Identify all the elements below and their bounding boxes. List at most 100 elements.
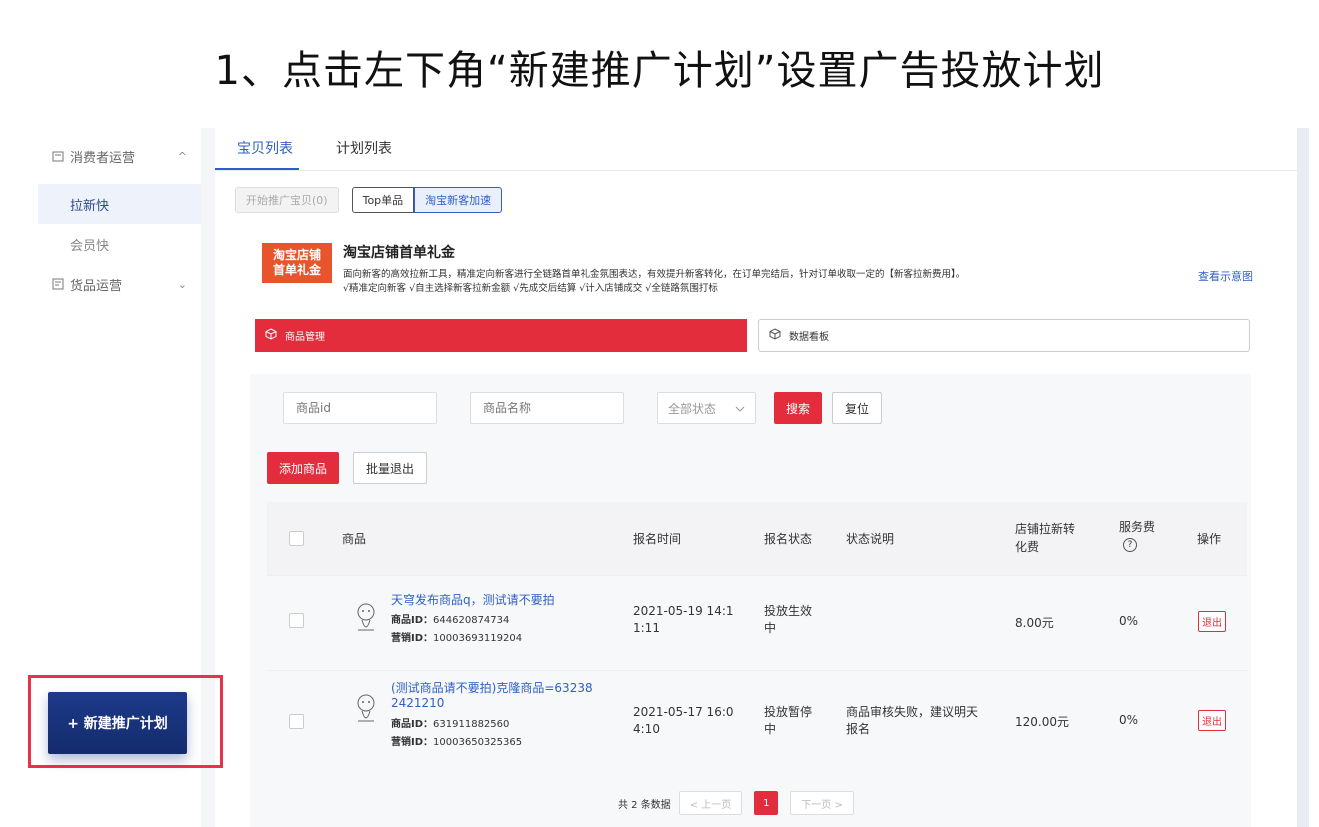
top-item-toggle[interactable]: Top单品 — [351, 187, 415, 213]
service-value: 0% — [1119, 713, 1139, 727]
status-line2: 中 — [764, 621, 777, 635]
status-select[interactable]: 全部状态 — [657, 392, 756, 424]
product-name-line1: (测试商品请不要拍)克隆商品=63238 — [391, 681, 593, 695]
signup-time: 2021-05-19 14:1 1:11 — [633, 603, 734, 637]
row-checkbox[interactable] — [289, 613, 304, 628]
page-1-button[interactable]: 1 — [754, 791, 779, 815]
desc-line2: 报名 — [846, 722, 871, 736]
chevron-up-icon: ^ — [177, 149, 187, 163]
next-page-button[interactable]: 下一页 > — [790, 791, 854, 815]
row-checkbox[interactable] — [289, 714, 304, 729]
prev-page-button[interactable]: < 上一页 — [678, 791, 743, 815]
reset-button[interactable]: 复位 — [832, 392, 883, 424]
table-header: 商品 报名时间 报名状态 状态说明 店铺拉新转 化费 服务费 ? 操作 — [267, 502, 1247, 575]
fee-value: 120.00元 — [1015, 715, 1069, 729]
fee-value: 8.00元 — [1015, 616, 1054, 630]
col-fee-line2: 化费 — [1015, 540, 1040, 554]
chevron-down-icon: ⌄ — [177, 277, 187, 291]
tab-data-dashboard[interactable]: 数据看板 — [758, 319, 1250, 352]
product-id-label: 商品ID： — [391, 615, 434, 626]
promo-logo-line2: 首单礼金 — [272, 263, 321, 277]
active-tab-indicator — [215, 168, 299, 170]
signup-status: 投放暂停中 — [764, 704, 812, 738]
product-name-input[interactable] — [470, 392, 624, 424]
promo-logo-line1: 淘宝店铺 — [272, 248, 321, 262]
marketing-id-value: 10003693119204 — [433, 633, 523, 644]
product-thumbnail — [357, 603, 375, 631]
marketing-id: 营销ID：10003693119204 — [391, 631, 522, 647]
section-tabs: 商品管理 数据看板 — [255, 319, 1250, 352]
sidebar-item-label: 拉新快 — [70, 198, 110, 214]
new-promotion-plan-button[interactable]: + 新建推广计划 — [48, 692, 187, 754]
view-diagram-link[interactable]: 查看示意图 — [1198, 268, 1253, 284]
product-type-toggle: Top单品 淘宝新客加速 — [351, 187, 503, 213]
col-product: 商品 — [342, 532, 367, 546]
status-select-value: 全部状态 — [668, 401, 717, 416]
col-ops: 操作 — [1197, 532, 1222, 546]
pagination-total: 共 2 条数据 — [618, 799, 671, 811]
help-icon[interactable]: ? — [1123, 538, 1137, 552]
table-row: (测试商品请不要拍)克隆商品=63238 2421210 商品ID：6319118… — [267, 670, 1247, 776]
marketing-id-label: 营销ID： — [391, 633, 434, 644]
col-time: 报名时间 — [633, 532, 682, 546]
instruction-heading: 1、点击左下角“新建推广计划”设置广告投放计划 — [214, 48, 1105, 94]
search-button[interactable]: 搜索 — [774, 392, 823, 424]
action-bar: 开始推广宝贝(0) Top单品 淘宝新客加速 — [235, 187, 503, 213]
status-line1: 投放暂停 — [764, 705, 813, 719]
sidebar-group-label: 货品运营 — [70, 278, 123, 294]
marketing-id: 营销ID：10003650325365 — [391, 735, 522, 751]
time-line1: 2021-05-17 16:0 — [633, 705, 734, 719]
select-all-checkbox[interactable] — [289, 531, 304, 546]
main-content: 宝贝列表 计划列表 开始推广宝贝(0) Top单品 淘宝新客加速 淘宝店铺 首单… — [215, 128, 1297, 827]
goods-ops-icon — [52, 278, 64, 290]
promo-tags: √精准定向新客 √自主选择新客拉新金额 √先成交后结算 √计入店铺成交 √全链路… — [343, 283, 718, 294]
signup-status: 投放生效中 — [764, 603, 812, 637]
product-id-value: 644620874734 — [433, 615, 510, 626]
col-fee-line1: 店铺拉新转 — [1015, 522, 1076, 536]
sidebar-group-goods-ops[interactable]: 货品运营 ⌄ — [38, 264, 201, 304]
goods-table: 商品 报名时间 报名状态 状态说明 店铺拉新转 化费 服务费 ? 操作 天穹发布… — [267, 502, 1247, 776]
sidebar-item-laxinkuai[interactable]: 拉新快 — [38, 184, 201, 224]
add-product-button[interactable]: 添加商品 — [267, 452, 340, 484]
pagination: 共 2 条数据 < 上一页 1 下一页 > — [618, 791, 854, 815]
exit-button[interactable]: 退出 — [1198, 611, 1226, 632]
time-line2: 4:10 — [633, 722, 660, 736]
status-line1: 投放生效 — [764, 604, 813, 618]
product-id: 商品ID：644620874734 — [391, 613, 509, 629]
tab-item-list[interactable]: 宝贝列表 — [237, 138, 293, 158]
tab-label: 商品管理 — [285, 332, 325, 343]
product-id: 商品ID：631911882560 — [391, 717, 509, 733]
exit-button[interactable]: 退出 — [1198, 710, 1226, 731]
tab-goods-management[interactable]: 商品管理 — [255, 319, 747, 352]
batch-exit-button[interactable]: 批量退出 — [353, 452, 428, 484]
sidebar-group-consumer-ops[interactable]: 消费者运营 ^ — [38, 128, 201, 184]
ops-row: 添加商品 批量退出 — [267, 452, 428, 484]
product-thumbnail — [357, 694, 375, 722]
sidebar-item-label: 会员快 — [70, 238, 110, 254]
scrollbar[interactable] — [1297, 128, 1309, 827]
filter-row: 全部状态 搜索 复位 — [283, 392, 883, 424]
taobao-new-customer-toggle[interactable]: 淘宝新客加速 — [414, 187, 503, 213]
cube-icon — [265, 328, 277, 343]
promo-logo: 淘宝店铺 首单礼金 — [262, 243, 332, 283]
tab-plan-list[interactable]: 计划列表 — [336, 138, 392, 158]
product-name-link[interactable]: 天穹发布商品q，测试请不要拍 — [391, 593, 555, 608]
table-row: 天穹发布商品q，测试请不要拍 商品ID：644620874734 营销ID：10… — [267, 575, 1247, 670]
promo-banner: 淘宝店铺 首单礼金 淘宝店铺首单礼金 面向新客的高效拉新工具，精准定向新客进行全… — [262, 242, 1262, 302]
status-description: 商品审核失败，建议明天 报名 — [846, 704, 978, 738]
consumer-ops-icon — [52, 150, 64, 162]
goods-panel: 全部状态 搜索 复位 添加商品 批量退出 商品 报名时间 报名状态 状态说明 店… — [250, 374, 1251, 827]
start-promo-button[interactable]: 开始推广宝贝(0) — [235, 187, 339, 213]
col-service: 服务费 — [1119, 520, 1156, 534]
status-line2: 中 — [764, 722, 777, 736]
marketing-id-label: 营销ID： — [391, 737, 434, 748]
sidebar-group-label: 消费者运营 — [70, 150, 136, 166]
promo-description: 面向新客的高效拉新工具，精准定向新客进行全链路首单礼金氛围表达，有效提升新客转化… — [343, 269, 966, 280]
sidebar-item-huiyuankuai[interactable]: 会员快 — [38, 224, 201, 264]
col-status: 报名状态 — [764, 532, 813, 546]
chevron-down-icon — [735, 401, 745, 415]
product-id-input[interactable] — [283, 392, 437, 424]
service-value: 0% — [1119, 614, 1139, 628]
product-name-link[interactable]: (测试商品请不要拍)克隆商品=63238 2421210 — [391, 681, 593, 711]
product-id-label: 商品ID： — [391, 719, 434, 730]
